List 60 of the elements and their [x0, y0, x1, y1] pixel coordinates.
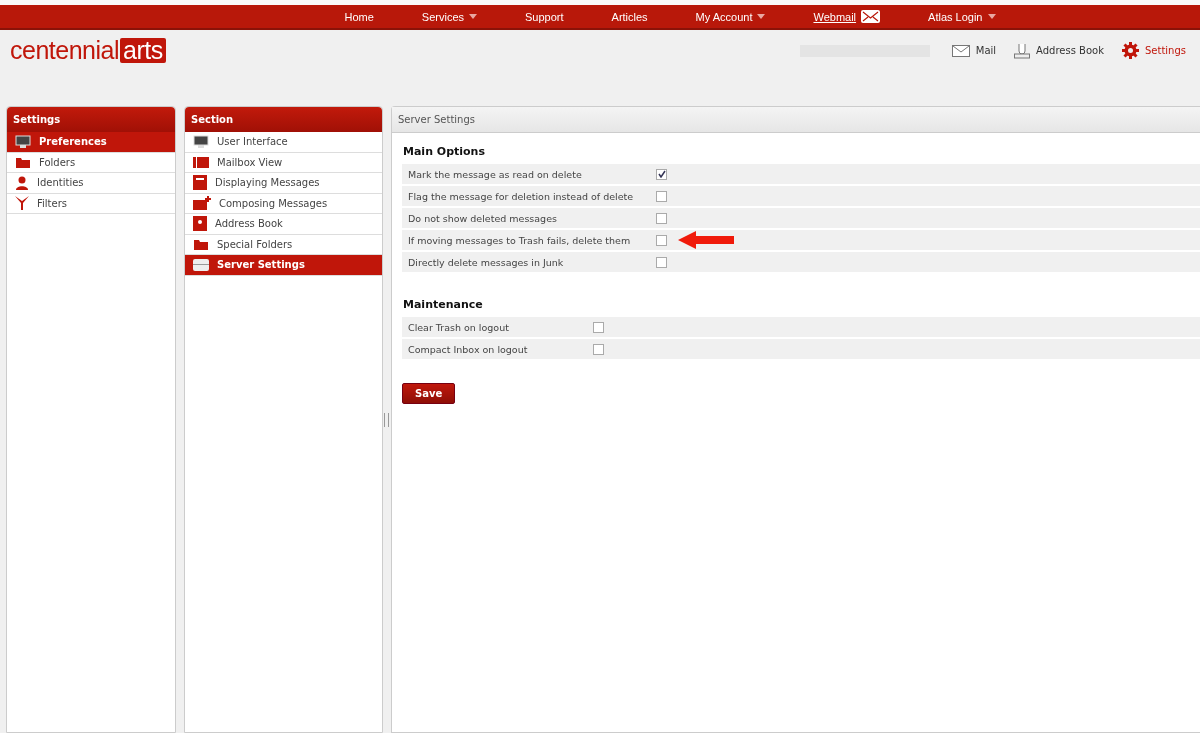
monitor-icon: [193, 134, 209, 149]
caret-icon: [987, 14, 996, 19]
checkbox[interactable]: [656, 190, 667, 202]
monitor-icon: [15, 134, 31, 149]
splitter-handle[interactable]: [383, 412, 389, 427]
nav-link[interactable]: Articles: [587, 5, 672, 28]
nav-link[interactable]: Support: [501, 5, 588, 28]
nav-item[interactable]: Composing Messages: [185, 193, 382, 214]
panel-title: Server Settings: [392, 107, 1200, 133]
panel-title: Settings: [7, 107, 175, 132]
drawer-icon: [193, 258, 209, 272]
panel-title: Section: [185, 107, 382, 132]
book-icon: [193, 216, 207, 232]
funnel-icon: [15, 196, 29, 211]
option-label: Flag the message for deletion instead of delete: [408, 190, 635, 202]
option-label: If moving messages to Trash fails, delete them: [408, 234, 632, 246]
nav-link[interactable]: Webmail: [789, 5, 905, 28]
nav-item[interactable]: Preferences: [7, 132, 175, 153]
option-label: Compact Inbox on logout: [408, 343, 529, 355]
checkbox[interactable]: [656, 234, 667, 246]
page-icon: [193, 175, 207, 191]
group-heading: Main Options: [403, 145, 486, 158]
checkbox[interactable]: [656, 256, 667, 268]
arrow-icon: [678, 231, 734, 249]
option-label: Clear Trash on logout: [408, 321, 510, 333]
option-label: Do not show deleted messages: [408, 212, 558, 224]
nav-item[interactable]: Server Settings: [185, 255, 382, 276]
nav-item[interactable]: User Interface: [185, 132, 382, 153]
nav-item[interactable]: Mailbox View: [185, 152, 382, 173]
nav-item[interactable]: Filters: [7, 193, 175, 214]
save-button[interactable]: Save: [402, 383, 456, 404]
toolbar-button[interactable]: Mail: [951, 44, 997, 57]
toolbar-button[interactable]: Settings: [1122, 42, 1186, 59]
folder-icon: [193, 237, 209, 251]
checkbox[interactable]: [593, 343, 604, 355]
nav-link[interactable]: Atlas Login: [904, 5, 1020, 28]
nav-link[interactable]: Home: [320, 5, 398, 28]
group-heading: Maintenance: [403, 298, 484, 311]
nav-item[interactable]: Identities: [7, 173, 175, 194]
nav-link[interactable]: My Account: [671, 5, 790, 28]
logo: centennial arts: [10, 36, 166, 65]
envelope-icon: [861, 10, 881, 23]
caret-icon: [757, 14, 766, 19]
folder-icon: [15, 155, 31, 169]
list-icon: [193, 155, 209, 169]
envelope-plus-icon: [193, 196, 211, 211]
checkbox[interactable]: [656, 168, 667, 180]
settings-icon: [1122, 42, 1139, 59]
option-label: Directly delete messages in Junk: [408, 256, 565, 268]
checkbox[interactable]: [656, 212, 667, 224]
checkbox[interactable]: [593, 321, 604, 333]
nav-item[interactable]: Address Book: [185, 214, 382, 235]
option-label: Mark the message as read on delete: [408, 168, 583, 180]
caret-icon: [469, 14, 477, 19]
envelope-icon: [951, 44, 970, 57]
nav-item[interactable]: Folders: [7, 152, 175, 173]
nav-link[interactable]: Services: [397, 5, 501, 28]
person-icon: [15, 175, 29, 190]
toolbar-button[interactable]: Address Book: [1014, 42, 1104, 59]
nav-item[interactable]: Displaying Messages: [185, 173, 382, 194]
